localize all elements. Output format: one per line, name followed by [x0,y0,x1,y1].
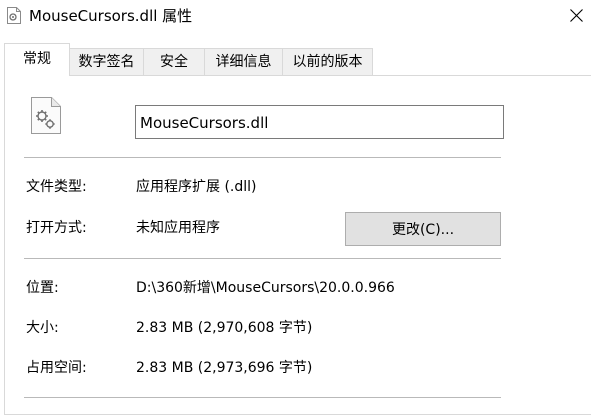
file-type-value: 应用程序扩展 (.dll) [136,179,257,195]
opens-with-value: 未知应用程序 [136,220,220,236]
close-button[interactable] [561,0,591,32]
tab-details[interactable]: 详细信息 [204,48,283,75]
location-value: D:\360新增\MouseCursors\20.0.0.966 [136,280,395,296]
settings-file-icon [31,97,61,134]
opens-with-label: 打开方式: [26,220,87,236]
dll-file-icon [7,7,21,24]
tab-strip: 常规 数字签名 安全 详细信息 以前的版本 [0,43,591,76]
size-on-disk-label: 占用空间: [26,360,87,376]
change-button[interactable]: 更改(C)... [345,212,501,246]
file-name-field[interactable] [135,105,504,139]
file-type-label: 文件类型: [26,179,87,195]
location-label: 位置: [26,280,59,296]
tab-digital-signatures[interactable]: 数字签名 [69,48,144,75]
divider [24,157,501,158]
size-on-disk-value: 2.83 MB (2,973,696 字节) [136,360,313,376]
tab-security[interactable]: 安全 [143,48,205,75]
tab-previous-versions[interactable]: 以前的版本 [282,48,373,75]
window-title: MouseCursors.dll 属性 [29,7,193,25]
size-value: 2.83 MB (2,970,608 字节) [136,320,313,336]
divider [24,397,501,398]
title-bar: MouseCursors.dll 属性 [0,0,591,34]
size-label: 大小: [26,320,59,336]
tab-general[interactable]: 常规 [4,43,70,76]
close-icon [570,9,583,22]
divider [24,258,501,259]
